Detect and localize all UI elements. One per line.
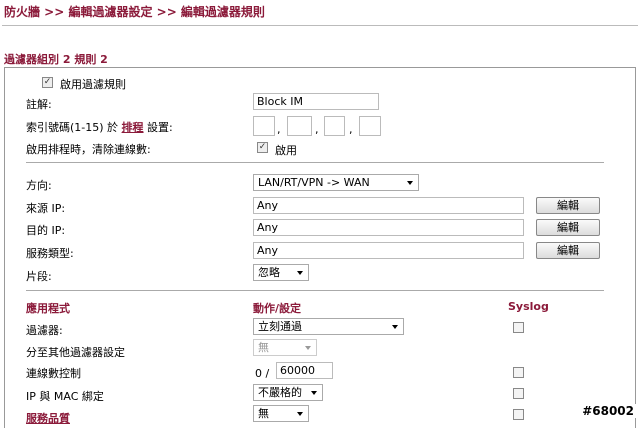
- enable-rule-label: 啟用過濾規則: [60, 78, 126, 91]
- breadcrumb: 防火牆 >> 編輯過濾器設定 >> 編輯過濾器規則: [4, 5, 265, 19]
- filter-syslog-checkbox[interactable]: [513, 322, 524, 333]
- schedule-label: 索引號碼(1-15) 於 排程 設置:: [26, 119, 173, 135]
- dest-ip-edit-button[interactable]: 編輯: [536, 219, 600, 236]
- filter-label: 過濾器:: [26, 324, 63, 337]
- service-type-label: 服務類型:: [26, 247, 74, 260]
- divider: [26, 290, 604, 291]
- session-limit-input[interactable]: 60000: [276, 362, 333, 379]
- schedule-index-4[interactable]: [359, 116, 381, 136]
- ip-mac-label: IP 與 MAC 綁定: [26, 390, 104, 403]
- direction-select[interactable]: LAN/RT/VPN -> WAN: [253, 174, 419, 191]
- session-control-label: 連線數控制: [26, 367, 81, 380]
- ip-mac-value: 不嚴格的: [258, 386, 302, 399]
- schedule-index-3[interactable]: [324, 116, 345, 136]
- ip-mac-syslog-checkbox[interactable]: [513, 388, 524, 399]
- chevron-down-icon: [305, 346, 311, 350]
- comment-input[interactable]: Block IM: [253, 93, 379, 110]
- qos-select[interactable]: 無: [253, 405, 309, 422]
- dest-ip-input[interactable]: Any: [253, 219, 524, 236]
- chevron-down-icon: [297, 271, 303, 275]
- schedule-link[interactable]: 排程: [122, 121, 144, 134]
- divider: [26, 162, 604, 163]
- direction-label: 方向:: [26, 179, 52, 192]
- filter-action-select[interactable]: 立刻通過: [253, 318, 404, 335]
- direction-value: LAN/RT/VPN -> WAN: [258, 176, 370, 189]
- branch-value: 無: [258, 341, 269, 354]
- section-title: 過濾器組別 2 規則 2: [4, 53, 108, 66]
- chevron-down-icon: [311, 391, 317, 395]
- qos-syslog-checkbox[interactable]: [513, 409, 524, 420]
- branch-select[interactable]: 無: [253, 339, 317, 356]
- filter-action-value: 立刻通過: [258, 320, 302, 333]
- header-syslog: Syslog: [508, 300, 549, 313]
- schedule-label-post: 設置:: [147, 121, 173, 134]
- header-divider: [2, 25, 638, 26]
- fragment-select[interactable]: 忽略: [253, 264, 309, 281]
- branch-label: 分至其他過濾器設定: [26, 346, 125, 359]
- chevron-down-icon: [407, 181, 413, 185]
- session-syslog-checkbox[interactable]: [513, 367, 524, 378]
- chevron-down-icon: [392, 325, 398, 329]
- source-ip-label: 來源 IP:: [26, 202, 66, 215]
- enable-rule-checkbox[interactable]: ✓: [42, 77, 53, 88]
- watermark: #68002: [580, 404, 636, 418]
- schedule-index-1[interactable]: [253, 116, 275, 136]
- clear-sessions-checkbox-label: 啟用: [275, 144, 297, 157]
- dest-ip-label: 目的 IP:: [26, 224, 66, 237]
- ip-mac-select[interactable]: 不嚴格的: [253, 384, 323, 401]
- qos-link[interactable]: 服務品質: [26, 410, 70, 426]
- fragment-value: 忽略: [258, 266, 280, 279]
- fragment-label: 片段:: [26, 270, 52, 283]
- clear-sessions-label: 啟用排程時，清除連線數:: [26, 143, 151, 156]
- source-ip-input[interactable]: Any: [253, 197, 524, 214]
- clear-sessions-checkbox[interactable]: ✓: [257, 142, 268, 153]
- schedule-index-2[interactable]: [287, 116, 312, 136]
- qos-value: 無: [258, 407, 269, 420]
- header-application: 應用程式: [26, 302, 70, 315]
- source-ip-edit-button[interactable]: 編輯: [536, 197, 600, 214]
- service-type-edit-button[interactable]: 編輯: [536, 242, 600, 259]
- service-type-input[interactable]: Any: [253, 242, 524, 259]
- session-count-current: 0 /: [255, 367, 270, 380]
- comment-label: 註解:: [26, 98, 52, 111]
- schedule-label-pre: 索引號碼(1-15) 於: [26, 121, 119, 134]
- chevron-down-icon: [297, 412, 303, 416]
- header-action: 動作/設定: [253, 302, 302, 315]
